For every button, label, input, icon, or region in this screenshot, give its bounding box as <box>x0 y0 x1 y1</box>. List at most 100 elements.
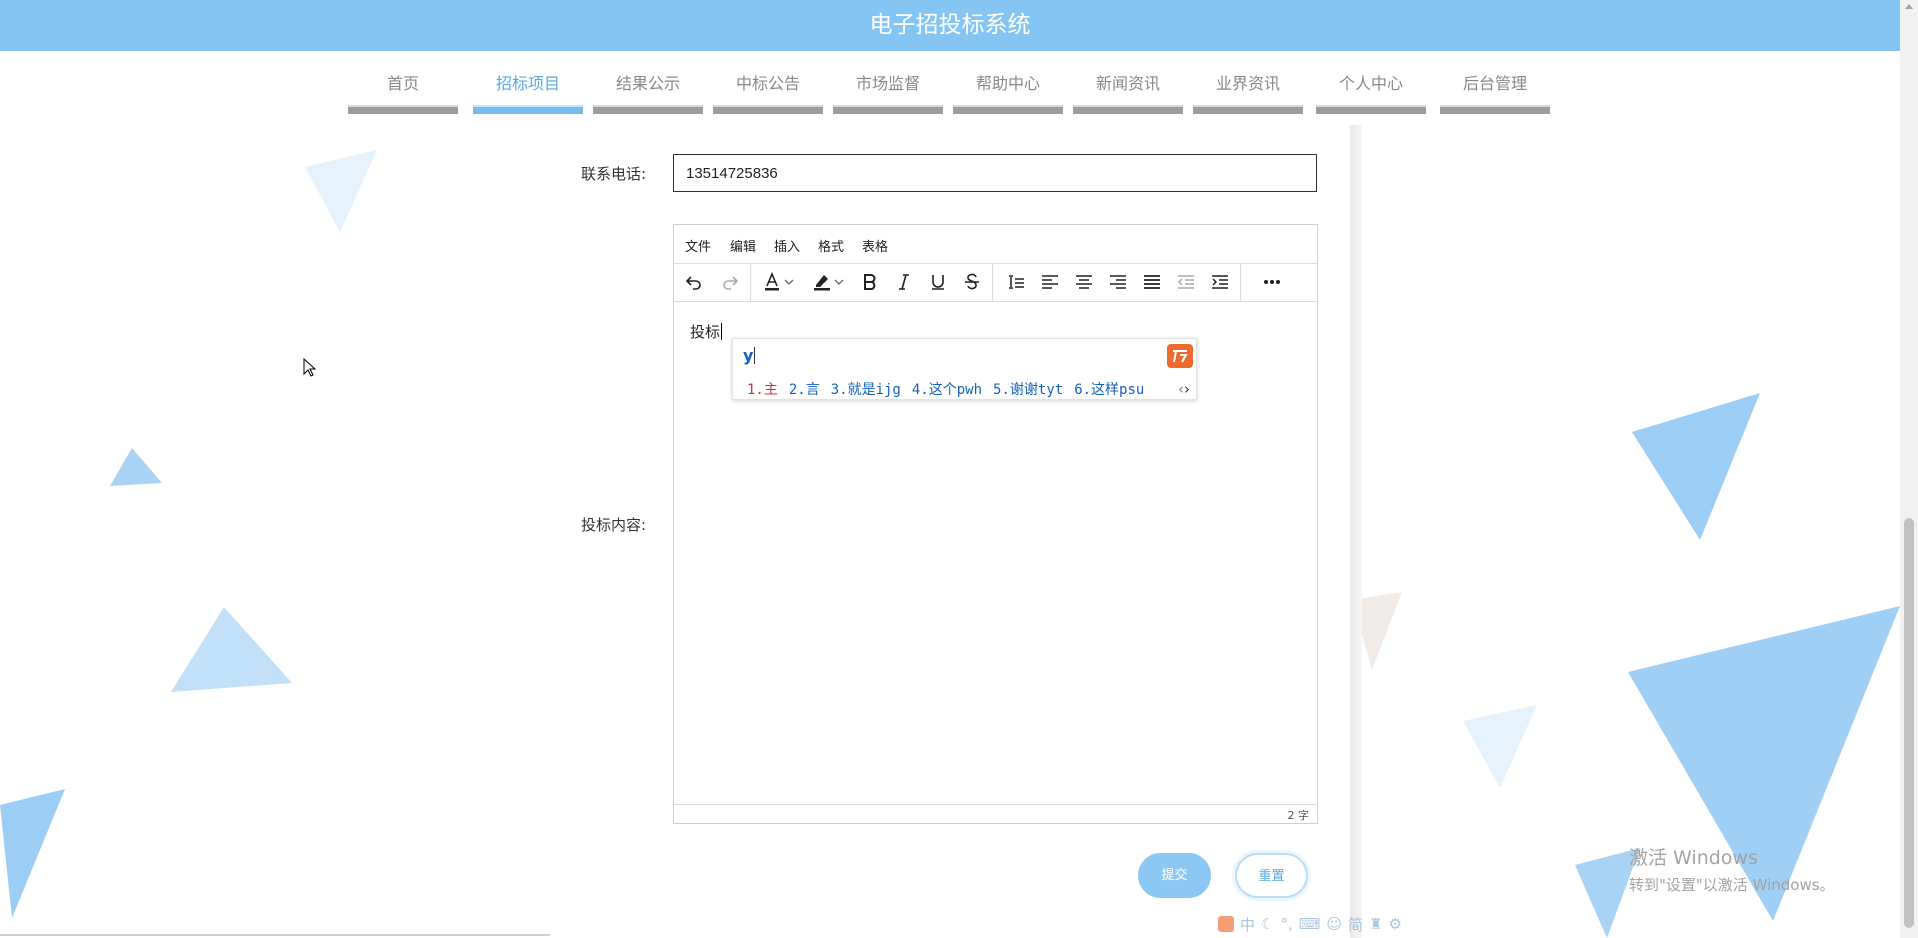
watermark-title: 激活 Windows <box>1629 847 1758 869</box>
shirt-icon[interactable]: ♜ <box>1369 915 1382 933</box>
reset-button[interactable]: 重置 <box>1235 853 1308 898</box>
menu-file[interactable]: 文件 <box>685 236 711 255</box>
phone-input[interactable] <box>673 154 1317 192</box>
nav-item-results[interactable]: 结果公示 <box>593 74 703 114</box>
scroll-up-icon[interactable] <box>1905 4 1913 9</box>
redo-icon[interactable] <box>718 270 742 294</box>
nav-item-award-notice[interactable]: 中标公告 <box>713 74 823 114</box>
ime-candidate[interactable]: 2.言 <box>789 382 820 398</box>
nav-item-home[interactable]: 首页 <box>348 74 458 114</box>
nav-item-label: 帮助中心 <box>975 74 1040 93</box>
menu-format[interactable]: 格式 <box>818 236 844 255</box>
toolbar-separator <box>992 263 993 301</box>
menu-edit[interactable]: 编辑 <box>730 236 756 255</box>
nav-item-admin[interactable]: 后台管理 <box>1440 74 1550 114</box>
nav-underline <box>593 105 703 114</box>
nav-item-label: 新闻资讯 <box>1095 74 1160 93</box>
nav-item-label: 中标公告 <box>735 74 800 93</box>
nav-underline <box>473 105 583 114</box>
ime-next-page-icon[interactable]: › <box>1184 380 1190 398</box>
align-center-icon[interactable] <box>1072 270 1096 294</box>
user-icon[interactable]: ☺ <box>1326 915 1342 933</box>
ime-page-arrows: ‹› <box>1178 380 1190 398</box>
mouse-cursor-icon <box>303 358 317 377</box>
menu-table[interactable]: 表格 <box>862 236 888 255</box>
chevron-down-icon[interactable] <box>832 270 846 294</box>
chevron-down-icon[interactable] <box>782 270 796 294</box>
editor-statusbar: 2 字 <box>674 804 1317 823</box>
nav-item-industry-news[interactable]: 业界资讯 <box>1193 74 1303 114</box>
indent-icon[interactable] <box>1208 270 1232 294</box>
ime-pinyin-text: y <box>743 346 754 365</box>
toolbar-separator <box>1240 263 1241 301</box>
ime-candidate[interactable]: 5.谢谢tyt <box>993 382 1063 398</box>
nav-underline <box>953 105 1063 114</box>
bold-icon[interactable] <box>858 270 882 294</box>
toolbar-separator <box>750 263 751 301</box>
ime-candidate-popup: y 1.主 2.言 3.就是ijg 4.这个pwh 5.谢谢tyt 6.这样psu ‹› <box>732 338 1197 400</box>
outdent-icon[interactable] <box>1174 270 1198 294</box>
strikethrough-icon[interactable] <box>960 270 984 294</box>
editor-content[interactable]: 投标 <box>690 321 723 342</box>
menu-insert[interactable]: 插入 <box>774 236 800 255</box>
ime-candidate-list: 1.主 2.言 3.就是ijg 4.这个pwh 5.谢谢tyt 6.这样psu <box>747 379 1155 399</box>
nav-item-bidding-projects[interactable]: 招标项目 <box>473 74 583 114</box>
nav-item-label: 结果公示 <box>615 74 680 93</box>
ime-candidate[interactable]: 6.这样psu <box>1074 382 1144 398</box>
nav-item-help[interactable]: 帮助中心 <box>953 74 1063 114</box>
nav-item-label: 市场监督 <box>855 74 920 93</box>
align-left-icon[interactable] <box>1038 270 1062 294</box>
ime-caret <box>754 347 756 364</box>
rich-text-editor: 文件 编辑 插入 格式 表格 投标 2 字 <box>673 224 1318 824</box>
nav-item-label: 业界资讯 <box>1215 74 1280 93</box>
nav-item-market-supervision[interactable]: 市场监督 <box>833 74 943 114</box>
moon-icon[interactable]: ☾ <box>1261 915 1274 933</box>
ime-candidate[interactable]: 3.就是ijg <box>831 382 901 398</box>
nav-underline <box>1073 105 1183 114</box>
watermark-subtitle: 转到"设置"以激活 Windows。 <box>1629 876 1835 894</box>
nav-item-label: 个人中心 <box>1338 74 1403 93</box>
underline-icon[interactable] <box>926 270 950 294</box>
nav-underline <box>833 105 943 114</box>
text-caret <box>721 323 723 340</box>
bid-content-label: 投标内容: <box>581 516 647 534</box>
text-color-icon[interactable] <box>760 270 784 294</box>
gear-icon[interactable]: ⚙ <box>1389 915 1402 933</box>
line-height-icon[interactable] <box>1004 270 1028 294</box>
nav-item-label: 后台管理 <box>1462 74 1527 93</box>
ime-logo-icon <box>1167 344 1193 368</box>
submit-button[interactable]: 提交 <box>1138 853 1211 898</box>
scroll-thumb[interactable] <box>1904 518 1914 928</box>
nav-underline <box>1316 105 1426 114</box>
nav-item-personal-center[interactable]: 个人中心 <box>1316 74 1426 114</box>
ime-mode-label[interactable]: 中 <box>1240 914 1255 935</box>
page-scrollbar[interactable] <box>1900 0 1918 938</box>
nav-underline <box>1193 105 1303 114</box>
nav-underline <box>348 105 458 114</box>
ime-candidate[interactable]: 1.主 <box>747 382 778 398</box>
ime-simplified-label[interactable]: 简 <box>1348 914 1363 935</box>
editor-text: 投标 <box>690 323 721 341</box>
bottom-border <box>0 934 550 936</box>
ime-status-logo-icon[interactable] <box>1218 916 1234 932</box>
app-title: 电子招投标系统 <box>869 12 1031 38</box>
editor-menubar: 文件 编辑 插入 格式 表格 <box>674 225 1317 264</box>
editor-toolbar <box>674 263 1317 302</box>
more-icon[interactable] <box>1260 270 1284 294</box>
undo-icon[interactable] <box>682 270 706 294</box>
ime-status-bar: 中 ☾ °, ⌨ ☺ 简 ♜ ⚙ <box>1218 914 1402 934</box>
highlight-icon[interactable] <box>810 270 834 294</box>
italic-icon[interactable] <box>892 270 916 294</box>
phone-label: 联系电话: <box>581 165 647 183</box>
align-justify-icon[interactable] <box>1140 270 1164 294</box>
windows-activation-watermark: 激活 Windows 转到"设置"以激活 Windows。 <box>1629 843 1835 895</box>
keyboard-icon[interactable]: ⌨ <box>1299 915 1321 933</box>
nav-underline <box>1440 105 1550 114</box>
punctuation-icon[interactable]: °, <box>1280 915 1292 933</box>
content-divider <box>1350 125 1362 938</box>
align-right-icon[interactable] <box>1106 270 1130 294</box>
nav-item-news[interactable]: 新闻资讯 <box>1073 74 1183 114</box>
ime-candidate[interactable]: 4.这个pwh <box>912 382 982 398</box>
word-count: 2 字 <box>1287 809 1310 822</box>
app-header: 电子招投标系统 <box>0 0 1900 51</box>
